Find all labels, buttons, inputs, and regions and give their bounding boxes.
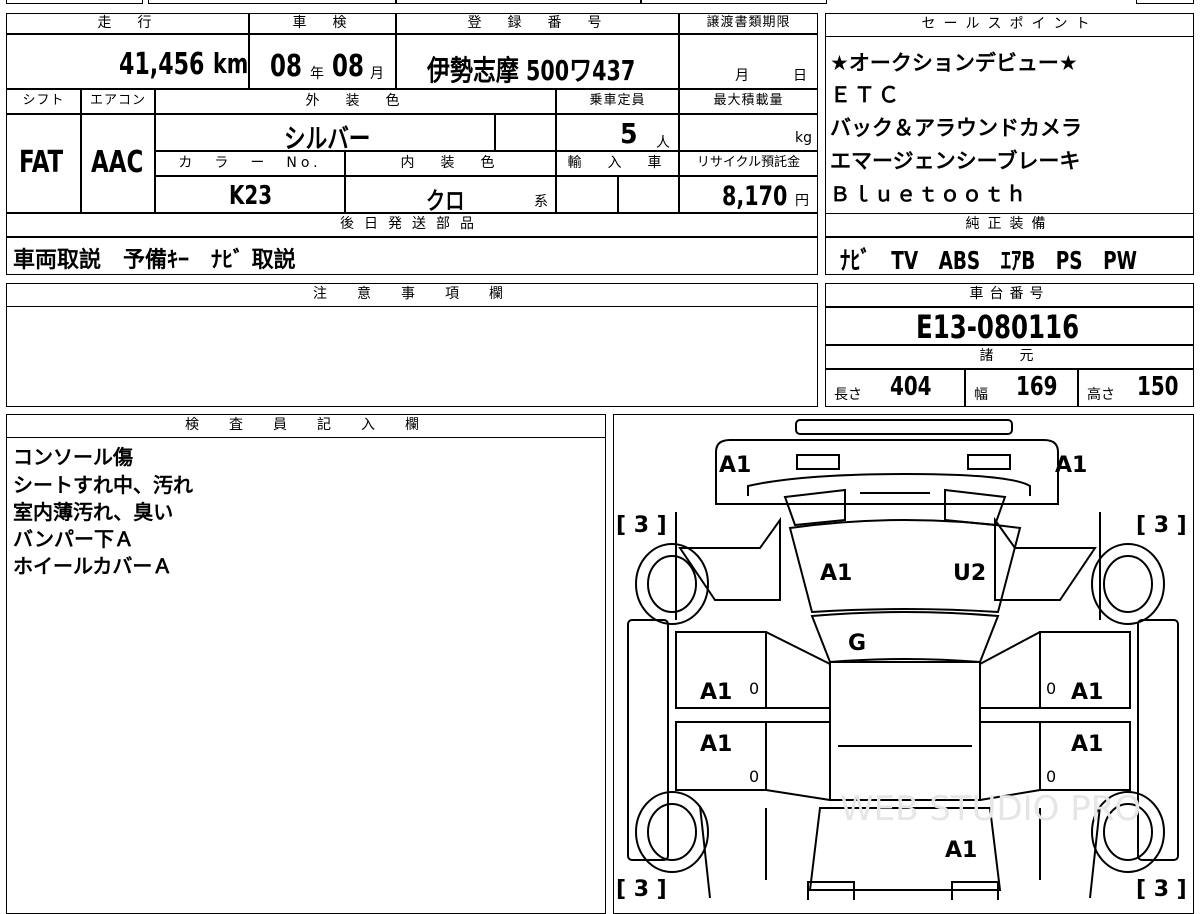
watermark: WEB STUDIO PRO xyxy=(840,789,1141,829)
dmg-roof-rear: A1 xyxy=(945,838,977,863)
zero-rear-left: 0 xyxy=(749,767,759,786)
dmg-rear-door-left: A1 xyxy=(700,732,732,757)
zero-front-right: 0 xyxy=(1046,679,1056,698)
wheel-rr-count: [ 3 ] xyxy=(1136,877,1187,900)
dmg-hood-left: A1 xyxy=(820,561,852,586)
wheel-fr-count: [ 3 ] xyxy=(1136,513,1187,538)
dmg-front-door-right: A1 xyxy=(1071,680,1103,705)
wheel-rl-count: [ 3 ] xyxy=(616,877,667,900)
car-diagram: WEB STUDIO PRO A1 A1 A1 U2 G A1 A1 A1 A1… xyxy=(616,419,1187,900)
dmg-windshield: G xyxy=(848,631,866,656)
wheel-fl-count: [ 3 ] xyxy=(616,513,667,538)
dmg-front-left: A1 xyxy=(719,453,751,478)
zero-rear-right: 0 xyxy=(1046,767,1056,786)
dmg-front-door-left: A1 xyxy=(700,680,732,705)
dmg-rear-door-right: A1 xyxy=(1071,732,1103,757)
dmg-front-right: A1 xyxy=(1055,453,1087,478)
dmg-hood-right: U2 xyxy=(953,561,986,586)
zero-front-left: 0 xyxy=(749,679,759,698)
